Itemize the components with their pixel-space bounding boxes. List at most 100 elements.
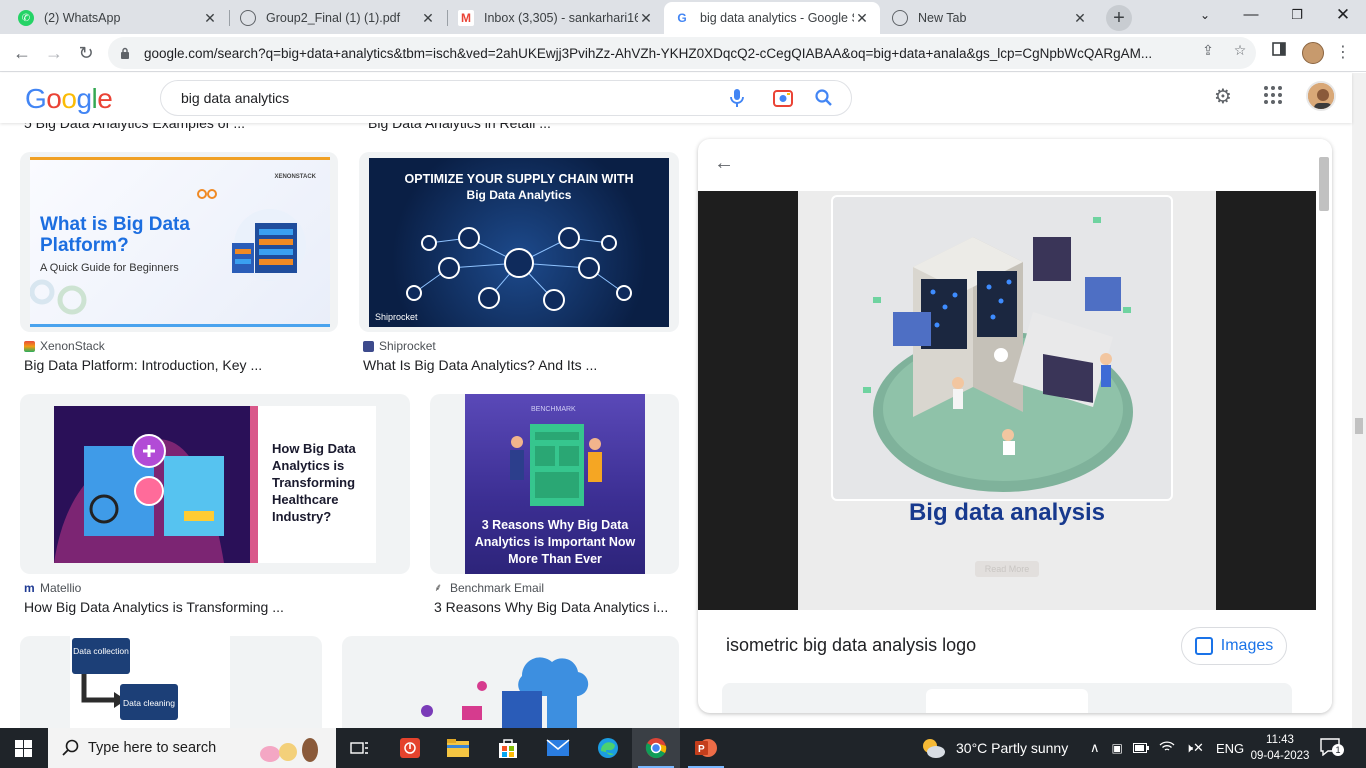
visual-search-crop-box[interactable] (831, 195, 1173, 501)
close-icon[interactable]: ✕ (1072, 10, 1088, 27)
close-icon[interactable]: ✕ (202, 10, 218, 27)
result-thumbnail-frame[interactable]: Data collection Data cleaning (20, 636, 322, 728)
search-input[interactable]: big data analytics (181, 90, 851, 106)
side-panel-icon[interactable] (1270, 42, 1288, 60)
tab-gmail[interactable]: M Inbox (3,305) - sankarhari165 ✕ (448, 2, 664, 34)
result-thumbnail[interactable]: How Big Data Analytics is Transforming H… (54, 406, 376, 563)
language-indicator[interactable]: ENG (1216, 741, 1244, 756)
source-name: Shiprocket (379, 339, 436, 353)
result-caption[interactable]: 3 Reasons Why Big Data Analytics i... (434, 599, 677, 615)
apps-grid-icon[interactable] (1261, 85, 1285, 109)
infinity-icon (197, 189, 217, 199)
preview-scrollbar[interactable] (1316, 139, 1332, 713)
recorder-app-icon[interactable] (386, 728, 434, 768)
scrollbar-thumb[interactable] (1319, 157, 1329, 211)
page-scrollbar[interactable] (1352, 73, 1366, 728)
back-arrow-icon[interactable]: ← (712, 151, 736, 175)
result-thumbnail-frame[interactable]: How Big Data Analytics is Transforming H… (20, 394, 410, 574)
result-caption[interactable]: What Is Big Data Analytics? And Its ... (363, 357, 675, 373)
flow-box: Data cleaning (120, 684, 178, 720)
weather-widget[interactable]: 30°C Partly sunny (920, 728, 1068, 768)
close-icon[interactable]: ✕ (420, 10, 436, 27)
result-thumbnail[interactable]: Data collection Data cleaning (70, 636, 230, 728)
powerpoint-icon[interactable]: P (682, 728, 730, 768)
result-thumbnail-frame[interactable]: OPTIMIZE YOUR SUPPLY CHAIN WITH Big Data… (359, 152, 679, 332)
result-thumbnail[interactable]: OPTIMIZE YOUR SUPPLY CHAIN WITH Big Data… (369, 158, 669, 327)
result-thumbnail[interactable]: BENCHMARK 3 Reasons Why Big Data Analyti… (465, 394, 645, 574)
result-caption[interactable]: Big Data Analytics in Retail ... (368, 123, 551, 131)
search-box[interactable]: big data analytics (160, 80, 852, 116)
result-source[interactable]: ⸙ Benchmark Email (434, 581, 544, 595)
browser-toolbar: ← → ↻ google.com/search?q=big+data+analy… (0, 34, 1366, 72)
reload-icon[interactable]: ↻ (72, 39, 100, 67)
tab-whatsapp[interactable]: ✆ (2) WhatsApp ✕ (8, 2, 228, 34)
search-icon[interactable] (814, 88, 834, 108)
mail-icon[interactable] (534, 728, 582, 768)
tab-pdf[interactable]: Group2_Final (1) (1).pdf ✕ (230, 2, 446, 34)
restore-icon[interactable]: ❐ (1274, 0, 1320, 30)
chrome-browser-icon[interactable] (632, 728, 680, 768)
start-button[interactable] (0, 728, 48, 768)
tab-google-search[interactable]: G big data analytics - Google S ✕ (664, 2, 880, 34)
result-caption[interactable]: 5 Big Data Analytics Examples of ... (24, 123, 245, 131)
source-name: Matellio (40, 581, 82, 595)
result-caption[interactable]: Big Data Platform: Introduction, Key ... (24, 357, 334, 373)
profile-avatar[interactable] (1302, 42, 1324, 64)
notification-center-icon[interactable]: 1 (1320, 738, 1344, 757)
tab-new-tab[interactable]: New Tab ✕ (882, 2, 1098, 34)
thumbnail-brand: XENONSTACK (274, 174, 316, 180)
partly-sunny-icon (923, 739, 945, 758)
result-thumbnail-frame[interactable]: XENONSTACK What is Big Data Platform? A … (20, 152, 338, 332)
result-source[interactable]: Shiprocket (363, 339, 436, 353)
clock[interactable]: 11:43 09-04-2023 (1250, 732, 1310, 764)
task-view-icon[interactable] (336, 728, 384, 768)
new-tab-button[interactable]: + (1106, 5, 1132, 31)
taskbar-search-placeholder: Type here to search (88, 740, 217, 756)
result-source[interactable]: XenonStack (24, 339, 105, 353)
windows-logo-icon (15, 740, 32, 757)
url-text[interactable]: google.com/search?q=big+data+analytics&t… (144, 46, 1184, 61)
meet-now-icon[interactable]: ▣ (1112, 741, 1123, 755)
preview-heading[interactable]: isometric big data analysis logo (726, 635, 976, 656)
battery-icon[interactable] (1132, 741, 1149, 756)
taskbar-search-box[interactable]: Type here to search (48, 728, 336, 768)
microsoft-store-icon[interactable] (484, 728, 532, 768)
more-menu-icon[interactable]: ⋮ (1335, 42, 1351, 64)
share-icon[interactable]: ⇪ (1199, 42, 1217, 60)
bookmark-star-icon[interactable]: ☆ (1231, 42, 1249, 60)
settings-gear-icon[interactable]: ⚙ (1211, 85, 1235, 109)
tab-search-chevron-icon[interactable]: ⌄ (1182, 0, 1228, 30)
result-source[interactable]: m Matellio (24, 581, 81, 595)
camera-lens-icon[interactable] (772, 88, 793, 108)
result-thumbnail[interactable]: XENONSTACK What is Big Data Platform? A … (30, 157, 330, 327)
lock-icon[interactable] (120, 47, 132, 59)
images-button[interactable]: Images (1181, 627, 1287, 665)
window-close-icon[interactable]: ✕ (1320, 0, 1366, 30)
related-images-strip[interactable] (722, 683, 1292, 713)
close-icon[interactable]: ✕ (638, 10, 654, 27)
forward-icon[interactable]: → (40, 39, 68, 67)
tab-title: (2) WhatsApp (44, 11, 121, 25)
edge-browser-icon[interactable] (584, 728, 632, 768)
result-thumbnail-frame[interactable]: BENCHMARK 3 Reasons Why Big Data Analyti… (430, 394, 679, 574)
back-icon[interactable]: ← (8, 39, 36, 67)
result-caption[interactable]: How Big Data Analytics is Transforming .… (24, 599, 408, 615)
address-bar[interactable]: google.com/search?q=big+data+analytics&t… (108, 37, 1256, 69)
thumbnail-brand: BENCHMARK (531, 406, 576, 413)
data-board-illustration (510, 424, 602, 506)
chevron-up-icon[interactable]: ∧ (1090, 740, 1100, 756)
server-illustration (232, 209, 306, 281)
close-icon[interactable]: ✕ (854, 10, 870, 27)
preview-image-stage[interactable]: Big data analysis Read More (698, 191, 1316, 610)
scrollbar-thumb[interactable] (1355, 418, 1363, 434)
microphone-icon[interactable] (727, 88, 747, 108)
shiprocket-logo-icon (363, 340, 374, 352)
volume-muted-icon[interactable]: 🕨✕ (1185, 740, 1204, 756)
related-image-thumbnail[interactable] (926, 689, 1088, 713)
wifi-icon[interactable] (1159, 740, 1175, 756)
google-logo[interactable]: Google (25, 83, 113, 115)
minimize-icon[interactable]: — (1228, 0, 1274, 30)
account-avatar[interactable] (1306, 81, 1336, 111)
result-thumbnail-frame[interactable] (342, 636, 679, 728)
file-explorer-icon[interactable] (434, 728, 482, 768)
